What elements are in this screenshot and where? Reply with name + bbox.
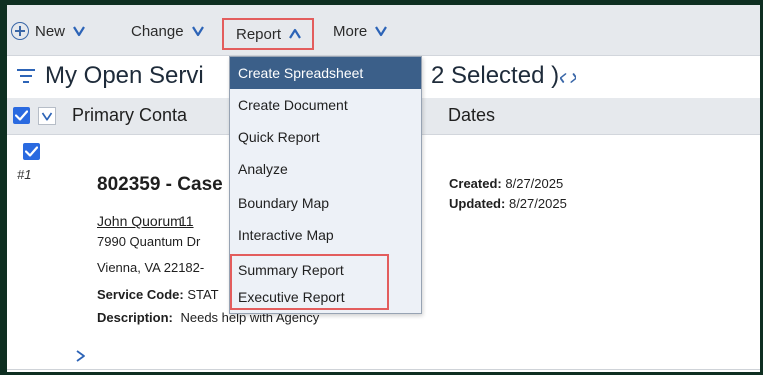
chevron-right-icon[interactable]: [75, 349, 86, 363]
report-label: Report: [236, 25, 282, 43]
created-value: 8/27/2025: [505, 176, 564, 191]
refresh-arrows-icon[interactable]: [560, 72, 576, 84]
menu-item-summary-report[interactable]: Summary Report: [230, 258, 421, 282]
menu-item-executive-report[interactable]: Executive Report: [230, 285, 421, 309]
column-header-primary-contact[interactable]: Primary Conta: [72, 105, 187, 126]
updated-label: Updated:: [449, 196, 506, 211]
created-date: Created: 8/27/2025: [449, 176, 563, 191]
row-number: #1: [17, 167, 32, 182]
menu-item-create-document[interactable]: Create Document: [230, 93, 421, 117]
checkmark-icon: [25, 146, 38, 157]
new-button[interactable]: New: [11, 17, 86, 45]
address-line-2: Vienna, VA 22182-: [97, 260, 205, 275]
toolbar: New Change Report More: [7, 5, 760, 56]
page-title: My Open Servi: [45, 62, 204, 89]
plus-circle-icon: [11, 22, 29, 40]
filter-lines-icon[interactable]: [17, 68, 35, 84]
select-all-checkbox[interactable]: [13, 107, 30, 124]
address-line-1: 7990 Quantum Dr: [97, 234, 201, 249]
service-code-value: STAT: [187, 287, 219, 302]
report-button[interactable]: Report: [222, 18, 315, 50]
new-label: New: [35, 22, 66, 40]
description-label: Description:: [97, 310, 173, 325]
more-button[interactable]: More: [333, 17, 388, 45]
created-label: Created:: [449, 176, 502, 191]
chevron-up-icon: [289, 28, 301, 39]
expand-all-toggle[interactable]: [38, 107, 56, 125]
menu-item-interactive-map[interactable]: Interactive Map: [230, 223, 421, 247]
menu-item-create-spreadsheet[interactable]: Create Spreadsheet: [230, 57, 421, 89]
row-divider: [7, 369, 760, 370]
menu-item-quick-report[interactable]: Quick Report: [230, 125, 421, 149]
selected-count: 2 Selected ): [431, 62, 560, 89]
service-code-line: Service Code: STAT: [97, 287, 219, 302]
service-code-label: Service Code:: [97, 287, 184, 302]
updated-date: Updated: 8/27/2025: [449, 196, 567, 211]
change-button[interactable]: Change: [131, 17, 205, 45]
contact-phone-link[interactable]: 11: [179, 213, 194, 229]
checkmark-icon: [15, 110, 28, 121]
column-header-dates[interactable]: Dates: [448, 105, 495, 126]
report-dropdown-menu: Create Spreadsheet Create Document Quick…: [229, 56, 422, 314]
menu-item-analyze[interactable]: Analyze: [230, 157, 421, 181]
menu-item-boundary-map[interactable]: Boundary Map: [230, 191, 421, 215]
contact-name-link[interactable]: John Quorum: [97, 213, 182, 229]
chevron-down-icon: [73, 26, 85, 37]
chevron-down-icon: [375, 26, 388, 37]
window-frame-left: [0, 0, 7, 375]
chevron-down-icon: [191, 26, 204, 37]
row-checkbox[interactable]: [23, 143, 40, 160]
more-label: More: [333, 22, 368, 40]
updated-value: 8/27/2025: [508, 196, 567, 211]
record-title[interactable]: 802359 - Case: [97, 174, 223, 196]
change-label: Change: [131, 22, 184, 40]
chevron-down-icon: [41, 112, 53, 121]
